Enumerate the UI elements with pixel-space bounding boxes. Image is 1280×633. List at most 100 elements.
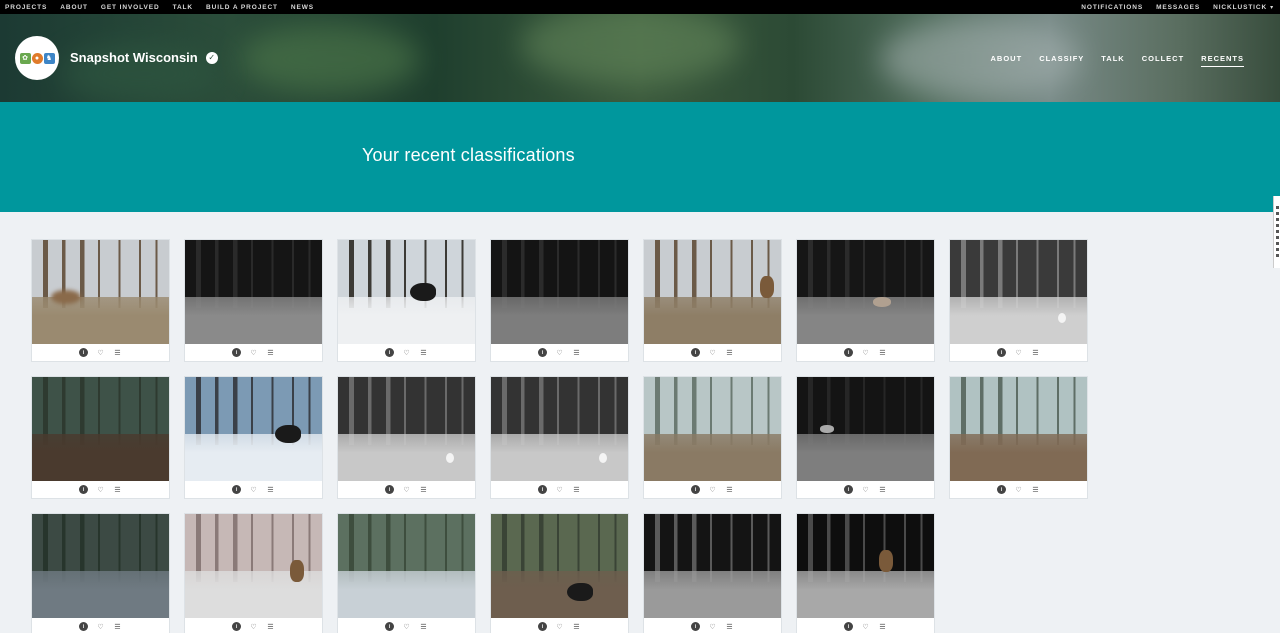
subject-thumbnail[interactable] — [338, 514, 475, 618]
project-nav-about[interactable]: ABOUT — [991, 54, 1023, 67]
subject-thumbnail[interactable] — [32, 377, 169, 481]
subject-thumbnail[interactable] — [797, 240, 934, 344]
info-icon[interactable]: i — [385, 348, 394, 357]
heart-icon[interactable]: ♡ — [249, 485, 258, 494]
topnav-news[interactable]: NEWS — [291, 4, 314, 11]
list-icon[interactable]: ☰ — [419, 485, 428, 494]
list-icon[interactable]: ☰ — [878, 485, 887, 494]
project-nav-talk[interactable]: TALK — [1101, 54, 1124, 67]
list-icon[interactable]: ☰ — [266, 485, 275, 494]
heart-icon[interactable]: ♡ — [402, 622, 411, 631]
list-icon[interactable]: ☰ — [1031, 348, 1040, 357]
info-icon[interactable]: i — [232, 622, 241, 631]
subject-thumbnail[interactable] — [950, 377, 1087, 481]
list-icon[interactable]: ☰ — [725, 348, 734, 357]
project-logo[interactable]: ✿ ● ♞ — [15, 36, 59, 80]
subject-thumbnail[interactable] — [950, 240, 1087, 344]
topnav-messages[interactable]: MESSAGES — [1156, 4, 1200, 11]
info-icon[interactable]: i — [385, 622, 394, 631]
subject-thumbnail[interactable] — [338, 240, 475, 344]
info-icon[interactable]: i — [385, 485, 394, 494]
list-icon[interactable]: ☰ — [572, 485, 581, 494]
project-nav-recents[interactable]: RECENTS — [1201, 54, 1244, 67]
circle-icon: ● — [31, 52, 43, 64]
heart-icon[interactable]: ♡ — [555, 485, 564, 494]
info-icon[interactable]: i — [232, 348, 241, 357]
info-icon[interactable]: i — [844, 622, 853, 631]
list-icon[interactable]: ☰ — [878, 348, 887, 357]
info-icon[interactable]: i — [538, 485, 547, 494]
list-icon[interactable]: ☰ — [878, 622, 887, 631]
topnav-talk[interactable]: TALK — [173, 4, 193, 11]
list-icon[interactable]: ☰ — [419, 622, 428, 631]
subject-thumbnail[interactable] — [644, 377, 781, 481]
list-icon[interactable]: ☰ — [113, 622, 122, 631]
subject-thumbnail[interactable] — [491, 240, 628, 344]
heart-icon[interactable]: ♡ — [555, 622, 564, 631]
list-icon[interactable]: ☰ — [572, 622, 581, 631]
topnav-about[interactable]: ABOUT — [60, 4, 88, 11]
topnav-get-involved[interactable]: GET INVOLVED — [101, 4, 160, 11]
project-nav-collect[interactable]: COLLECT — [1142, 54, 1184, 67]
heart-icon[interactable]: ♡ — [96, 622, 105, 631]
subject-thumbnail[interactable] — [491, 377, 628, 481]
info-icon[interactable]: i — [232, 485, 241, 494]
subject-thumbnail[interactable] — [644, 240, 781, 344]
page-title: Your recent classifications — [362, 145, 575, 165]
list-icon[interactable]: ☰ — [1031, 485, 1040, 494]
list-icon[interactable]: ☰ — [725, 485, 734, 494]
subject-thumbnail[interactable] — [491, 514, 628, 618]
recent-classification-card: i ♡ ☰ — [643, 376, 782, 499]
heart-icon[interactable]: ♡ — [96, 348, 105, 357]
heart-icon[interactable]: ♡ — [861, 348, 870, 357]
info-icon[interactable]: i — [79, 348, 88, 357]
heart-icon[interactable]: ♡ — [708, 485, 717, 494]
info-icon[interactable]: i — [997, 485, 1006, 494]
subject-thumbnail[interactable] — [797, 514, 934, 618]
heart-icon[interactable]: ♡ — [249, 348, 258, 357]
list-icon[interactable]: ☰ — [266, 622, 275, 631]
topnav-notifications[interactable]: NOTIFICATIONS — [1081, 4, 1143, 11]
list-icon[interactable]: ☰ — [419, 348, 428, 357]
heart-icon[interactable]: ♡ — [708, 348, 717, 357]
list-icon[interactable]: ☰ — [572, 348, 581, 357]
info-icon[interactable]: i — [844, 348, 853, 357]
heart-icon[interactable]: ♡ — [96, 485, 105, 494]
subject-thumbnail[interactable] — [32, 514, 169, 618]
heart-icon[interactable]: ♡ — [861, 485, 870, 494]
info-icon[interactable]: i — [691, 622, 700, 631]
subject-thumbnail[interactable] — [185, 240, 322, 344]
topnav-projects[interactable]: PROJECTS — [5, 4, 47, 11]
heart-icon[interactable]: ♡ — [1014, 485, 1023, 494]
info-icon[interactable]: i — [538, 622, 547, 631]
subject-thumbnail[interactable] — [338, 377, 475, 481]
heart-icon[interactable]: ♡ — [249, 622, 258, 631]
topnav-build-a-project[interactable]: BUILD A PROJECT — [206, 4, 278, 11]
heart-icon[interactable]: ♡ — [861, 622, 870, 631]
heart-icon[interactable]: ♡ — [402, 485, 411, 494]
info-icon[interactable]: i — [79, 622, 88, 631]
info-icon[interactable]: i — [538, 348, 547, 357]
info-icon[interactable]: i — [79, 485, 88, 494]
info-icon[interactable]: i — [844, 485, 853, 494]
list-icon[interactable]: ☰ — [113, 485, 122, 494]
feedback-side-tab[interactable] — [1273, 196, 1280, 268]
info-icon[interactable]: i — [997, 348, 1006, 357]
list-icon[interactable]: ☰ — [266, 348, 275, 357]
heart-icon[interactable]: ♡ — [1014, 348, 1023, 357]
info-icon[interactable]: i — [691, 485, 700, 494]
subject-thumbnail[interactable] — [32, 240, 169, 344]
subject-thumbnail[interactable] — [797, 377, 934, 481]
heart-icon[interactable]: ♡ — [555, 348, 564, 357]
heart-icon[interactable]: ♡ — [708, 622, 717, 631]
subject-thumbnail[interactable] — [185, 377, 322, 481]
list-icon[interactable]: ☰ — [113, 348, 122, 357]
subject-thumbnail[interactable] — [185, 514, 322, 618]
heart-icon[interactable]: ♡ — [402, 348, 411, 357]
user-menu[interactable]: NICKLUSTICK ▾ — [1213, 4, 1274, 11]
subject-thumbnail[interactable] — [644, 514, 781, 618]
info-icon[interactable]: i — [691, 348, 700, 357]
project-nav-classify[interactable]: CLASSIFY — [1039, 54, 1084, 67]
list-icon[interactable]: ☰ — [725, 622, 734, 631]
project-title[interactable]: Snapshot Wisconsin ✓ — [70, 50, 218, 65]
